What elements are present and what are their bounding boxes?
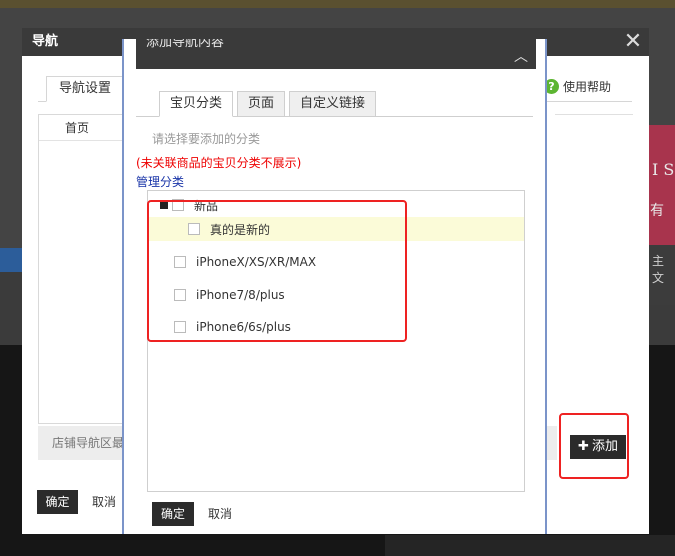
tab-page[interactable]: 页面 — [237, 91, 286, 117]
background-banner-text: I S — [652, 160, 675, 179]
outer-cancel-button[interactable]: 取消 — [92, 490, 116, 514]
background-blue-block — [0, 248, 22, 272]
background-strip-text: 主 文 — [652, 254, 665, 285]
chevron-up-icon[interactable]: ︿ — [514, 39, 528, 69]
category-label: iPhone7/8/plus — [196, 288, 285, 302]
inner-cancel-button[interactable]: 取消 — [208, 502, 232, 526]
inner-dialog-title-text: 添加导航内容 — [146, 39, 225, 50]
inner-dialog-body: 宝贝分类 页面 自定义链接 请选择要添加的分类 (未关联商品的宝贝分类不展示) … — [136, 80, 533, 534]
category-label: iPhone6/6s/plus — [196, 320, 291, 334]
panel-divider — [555, 114, 633, 115]
tree-item[interactable]: 真的是新的 — [148, 217, 524, 241]
tab-item-category[interactable]: 宝贝分类 — [159, 91, 234, 117]
tab-navigation-settings[interactable]: 导航设置 — [46, 76, 124, 102]
tree-item[interactable]: 新品 — [160, 193, 520, 217]
category-checkbox[interactable] — [188, 223, 200, 235]
category-checkbox[interactable] — [174, 256, 186, 268]
category-checkbox[interactable] — [172, 199, 184, 211]
add-button-label: 添加 — [591, 439, 618, 454]
tab-custom-link[interactable]: 自定义链接 — [289, 91, 377, 117]
close-icon[interactable]: ✕ — [621, 28, 645, 56]
background-banner-subtext: 有 — [650, 203, 664, 219]
background-banner — [648, 125, 675, 245]
background-footer-block — [385, 535, 675, 556]
collapse-toggle-icon[interactable] — [160, 201, 168, 209]
category-checkbox[interactable] — [174, 321, 186, 333]
background-top-bar — [0, 0, 675, 8]
tree-item[interactable]: iPhone6/6s/plus — [174, 315, 514, 339]
add-navigation-content-dialog: 添加导航内容 ︿ 宝贝分类 页面 自定义链接 请选择要添加的分类 (未关联商品的… — [122, 39, 547, 534]
outer-confirm-button[interactable]: 确定 — [37, 490, 78, 514]
tree-item[interactable]: iPhone7/8/plus — [174, 283, 514, 307]
category-tree: 新品 真的是新的 iPhoneX/XS/XR/MAX iPhone7/8/plu… — [147, 190, 525, 492]
add-navigation-content-title: 添加导航内容 ︿ — [136, 39, 536, 69]
help-link[interactable]: ? 使用帮助 — [544, 77, 611, 95]
select-category-hint: 请选择要添加的分类 — [152, 132, 261, 146]
category-label: 真的是新的 — [210, 222, 271, 237]
inner-confirm-button[interactable]: 确定 — [152, 502, 194, 526]
add-button[interactable]: ✚ 添加 — [570, 435, 626, 459]
tree-item[interactable]: iPhoneX/XS/XR/MAX — [174, 250, 514, 274]
category-label: 新品 — [194, 198, 219, 213]
category-label: iPhoneX/XS/XR/MAX — [196, 255, 317, 269]
help-label: 使用帮助 — [563, 79, 612, 94]
unlinked-category-warning: (未关联商品的宝贝分类不展示) — [136, 156, 302, 170]
content-type-tabs: 宝贝分类 页面 自定义链接 — [159, 91, 377, 117]
manage-categories-link[interactable]: 管理分类 — [136, 173, 184, 190]
category-checkbox[interactable] — [174, 289, 186, 301]
plus-icon: ✚ — [578, 439, 589, 454]
